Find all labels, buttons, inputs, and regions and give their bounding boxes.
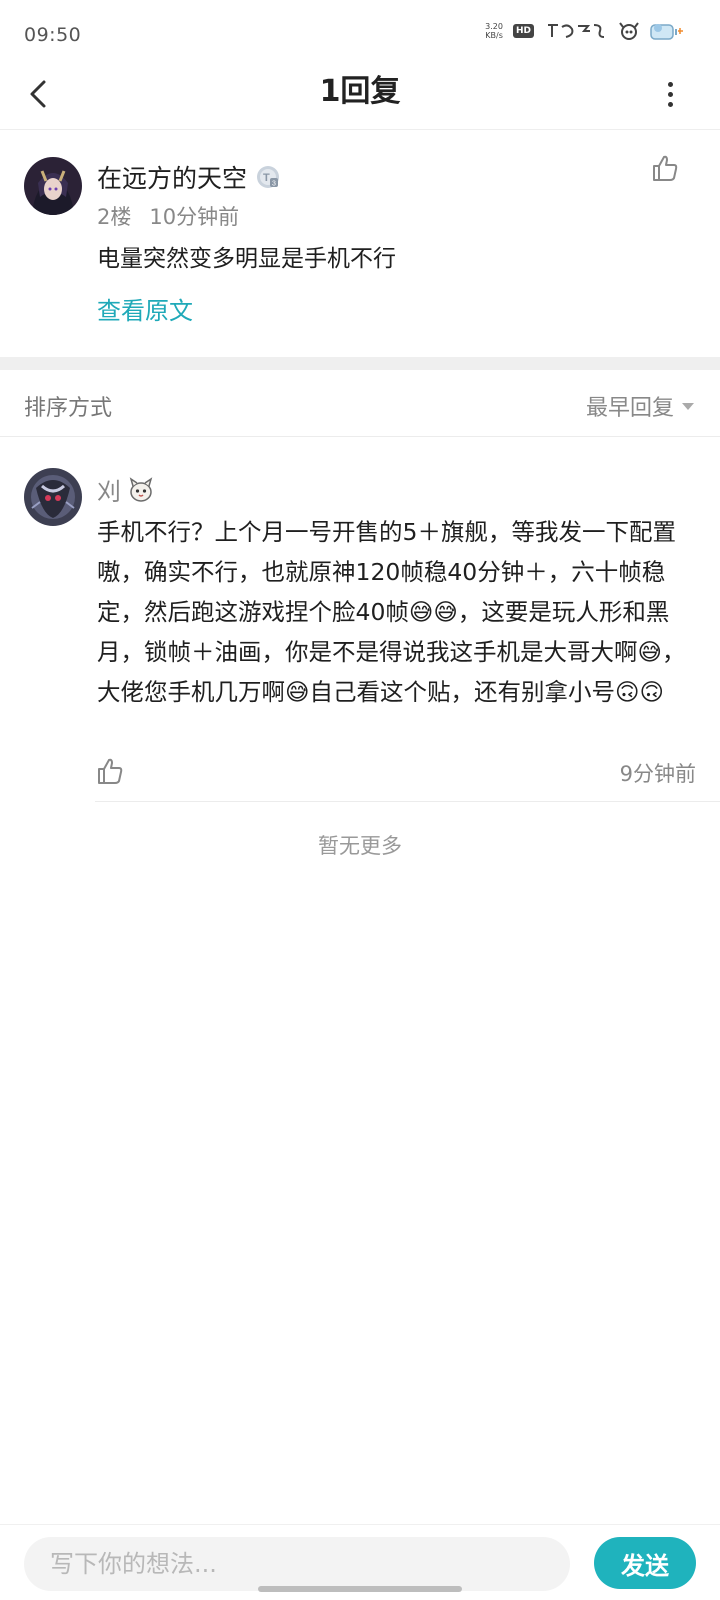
more-vertical-icon: [667, 81, 673, 87]
battery-mascot-icon: [650, 24, 683, 40]
send-button[interactable]: 发送: [594, 1537, 696, 1589]
original-comment: 在远方的天空 T 3 2楼 10分钟前 电量突然变多明显是手机不行 查看原文: [0, 131, 720, 357]
reply-username[interactable]: 刈: [97, 472, 155, 507]
reply-item: 刈 手机不行？上个月一号开售的5＋旗舰，等我发一下配置嗷，确实不行，也就原神12…: [0, 438, 720, 803]
reply-input[interactable]: [24, 1537, 570, 1591]
header: 1回复: [0, 64, 720, 130]
svg-text:T: T: [263, 172, 270, 184]
reply-divider: [95, 801, 720, 802]
page-title: 1回复: [319, 74, 401, 109]
status-time: 09:50: [24, 24, 82, 46]
sort-label: 排序方式: [24, 396, 113, 421]
net-speed-unit: KB/s: [485, 31, 503, 40]
reply-time: 9分钟前: [619, 762, 696, 786]
hd-icon: HD: [512, 24, 534, 38]
avatar[interactable]: [24, 468, 82, 526]
original-text: 电量突然变多明显是手机不行: [97, 246, 396, 272]
original-username[interactable]: 在远方的天空 T 3: [97, 159, 281, 195]
username-label: 刈: [97, 478, 121, 506]
net-speed-value: 3.20: [485, 22, 503, 31]
floor-number: 2楼: [97, 205, 132, 229]
reply-text: 手机不行？上个月一号开售的5＋旗舰，等我发一下配置嗷，确实不行，也就原神120帧…: [97, 518, 686, 706]
status-bar: 09:50 3.20 KB/s HD: [0, 0, 720, 64]
caret-down-icon: [682, 402, 694, 410]
no-more-label: 暂无更多: [318, 834, 402, 858]
network-speed-icon: 3.20 KB/s: [485, 22, 503, 40]
section-divider: [0, 357, 720, 370]
sort-bar: 排序方式 最早回复: [0, 370, 720, 437]
thumbs-up-icon[interactable]: [650, 153, 680, 183]
app-mascot-icon: [619, 22, 639, 40]
thumbs-up-icon[interactable]: [95, 756, 125, 786]
status-icons: 3.20 KB/s HD: [485, 20, 684, 42]
level-badge-icon: T 3: [257, 166, 280, 188]
home-indicator[interactable]: [258, 1586, 462, 1592]
mascot-badge-icon: [129, 476, 153, 502]
sort-selected: 最早回复: [585, 396, 674, 421]
post-time: 10分钟前: [149, 205, 240, 229]
svg-text:3: 3: [272, 181, 276, 188]
username-label: 在远方的天空: [97, 164, 248, 193]
brand-logo-icon: [548, 24, 605, 38]
avatar[interactable]: [24, 157, 82, 215]
original-meta: 2楼 10分钟前: [97, 201, 239, 231]
more-button[interactable]: [660, 74, 680, 114]
sort-dropdown[interactable]: 最早回复: [586, 390, 694, 422]
view-original-link[interactable]: 查看原文: [97, 291, 193, 326]
